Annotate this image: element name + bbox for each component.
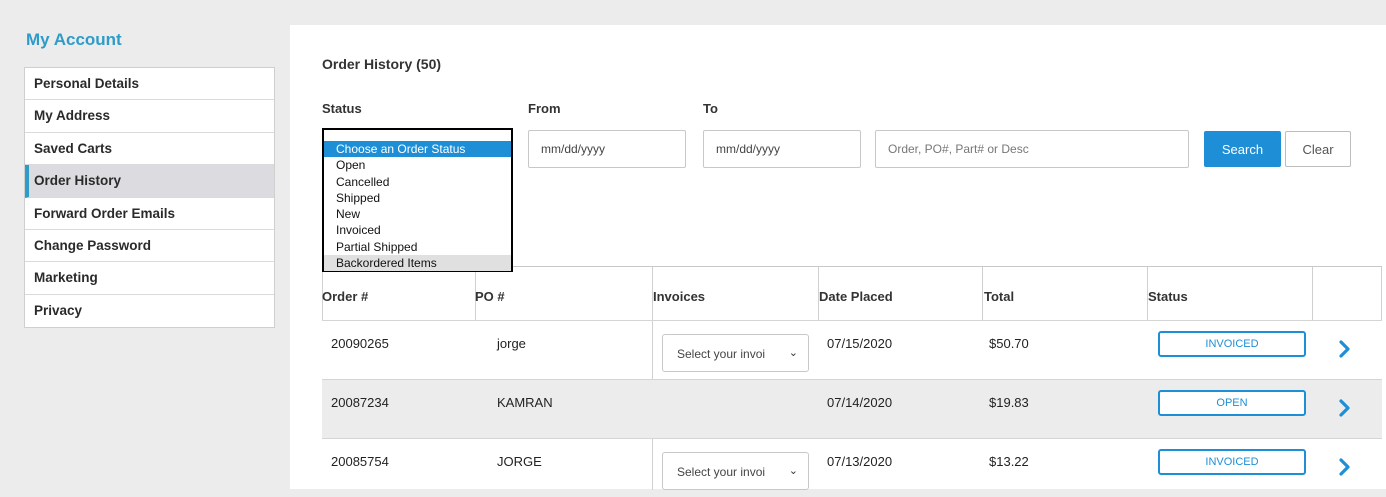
sidebar-item-marketing[interactable]: Marketing: [25, 262, 274, 295]
date-placed: 07/15/2020: [827, 336, 893, 351]
invoice-select-label: Select your invoi: [677, 465, 766, 479]
header-po[interactable]: PO #: [475, 289, 505, 304]
chevron-right-icon[interactable]: [1334, 338, 1356, 360]
from-date-input[interactable]: [528, 130, 686, 168]
status-option-invoiced[interactable]: Invoiced: [324, 222, 511, 238]
order-total: $13.22: [989, 454, 1029, 469]
header-date-placed[interactable]: Date Placed: [819, 289, 893, 304]
sidebar-item-change-password[interactable]: Change Password: [25, 230, 274, 263]
sidebar-item-order-history[interactable]: Order History: [25, 165, 274, 198]
status-badge: INVOICED: [1158, 449, 1306, 475]
order-total: $19.83: [989, 395, 1029, 410]
sidebar-item-personal-details[interactable]: Personal Details: [25, 68, 274, 101]
status-option-open[interactable]: Open: [324, 157, 511, 173]
to-label: To: [703, 101, 718, 116]
po-number: JORGE: [497, 454, 542, 469]
date-placed: 07/13/2020: [827, 454, 893, 469]
status-option-new[interactable]: New: [324, 206, 511, 222]
invoice-select[interactable]: Select your invoi ⌄: [662, 452, 809, 490]
po-number: KAMRAN: [497, 395, 553, 410]
date-placed: 07/14/2020: [827, 395, 893, 410]
chevron-right-icon[interactable]: [1334, 456, 1356, 478]
sidebar-item-saved-carts[interactable]: Saved Carts: [25, 133, 274, 166]
page-title: Order History (50): [322, 56, 442, 72]
header-total[interactable]: Total: [984, 289, 1014, 304]
table-row[interactable]: 20085754 JORGE Select your invoi ⌄ 07/13/…: [322, 438, 1382, 497]
clear-button[interactable]: Clear: [1285, 131, 1351, 167]
status-option-cancelled[interactable]: Cancelled: [324, 174, 511, 190]
invoice-select[interactable]: Select your invoi ⌄: [662, 334, 809, 372]
sidebar-menu: Personal Details My Address Saved Carts …: [24, 67, 275, 329]
chevron-down-icon: ⌄: [788, 465, 798, 477]
status-dropdown[interactable]: Choose an Order Status Open Cancelled Sh…: [322, 128, 513, 272]
status-option-partial-shipped[interactable]: Partial Shipped: [324, 239, 511, 255]
sidebar-item-forward-order-emails[interactable]: Forward Order Emails: [25, 198, 274, 230]
order-number: 20085754: [331, 454, 389, 469]
status-option-choose[interactable]: Choose an Order Status: [324, 141, 511, 158]
sidebar-title: My Account: [26, 30, 122, 49]
sidebar-item-my-address[interactable]: My Address: [25, 100, 274, 133]
to-date-input[interactable]: [703, 130, 861, 168]
chevron-right-icon[interactable]: [1334, 397, 1356, 419]
status-option-backordered-items[interactable]: Backordered Items: [324, 255, 511, 272]
from-label: From: [528, 101, 561, 116]
invoice-select-label: Select your invoi: [677, 347, 766, 361]
orders-table: Order # PO # Invoices Date Placed Total …: [322, 266, 1382, 497]
status-label: Status: [322, 101, 362, 116]
po-number: jorge: [497, 336, 526, 351]
header-invoices[interactable]: Invoices: [653, 289, 705, 304]
status-badge: INVOICED: [1158, 331, 1306, 357]
search-input[interactable]: [875, 130, 1189, 168]
chevron-down-icon: ⌄: [788, 347, 798, 359]
order-number: 20090265: [331, 336, 389, 351]
header-order[interactable]: Order #: [322, 289, 368, 304]
status-option-shipped[interactable]: Shipped: [324, 190, 511, 206]
order-number: 20087234: [331, 395, 389, 410]
table-header: Order # PO # Invoices Date Placed Total …: [322, 266, 1382, 490]
sidebar-item-privacy[interactable]: Privacy: [25, 295, 274, 327]
table-row[interactable]: 20090265 jorge Select your invoi ⌄ 07/15/…: [322, 320, 1382, 379]
search-button[interactable]: Search: [1204, 131, 1281, 167]
table-row[interactable]: 20087234 KAMRAN 07/14/2020 $19.83 OPEN: [322, 379, 1382, 438]
status-badge: OPEN: [1158, 390, 1306, 416]
header-status[interactable]: Status: [1148, 289, 1188, 304]
order-total: $50.70: [989, 336, 1029, 351]
